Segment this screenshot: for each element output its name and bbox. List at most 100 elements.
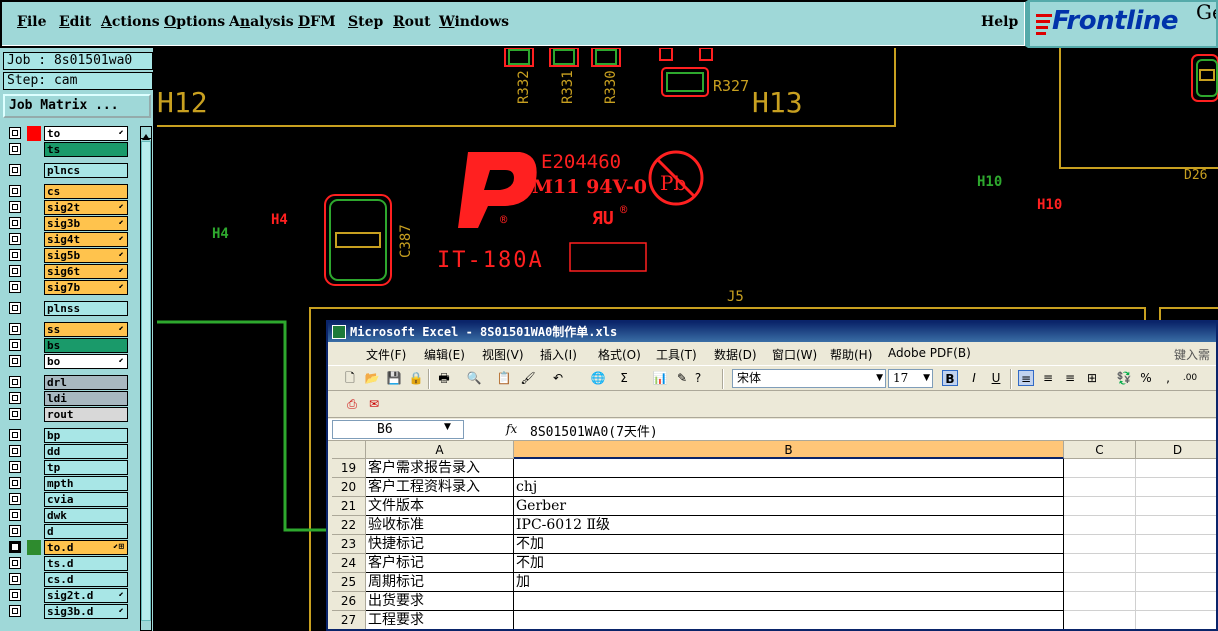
new-file-icon[interactable]: 🗋 — [342, 370, 358, 386]
layer-name[interactable]: tp — [44, 460, 128, 475]
format-painter-icon[interactable]: 🖌 — [520, 370, 536, 386]
table-cell[interactable]: 出货要求 — [366, 592, 514, 611]
select-all-corner[interactable] — [332, 441, 366, 459]
excel-menu-item[interactable]: 格式(O) — [598, 346, 641, 363]
drawing-icon[interactable]: ✎ — [674, 370, 690, 386]
layer-row[interactable]: tp — [7, 460, 128, 475]
layer-checkbox[interactable] — [9, 408, 21, 420]
menu-edit[interactable]: Edit — [59, 14, 91, 30]
table-cell[interactable] — [1064, 611, 1136, 629]
layer-checkbox[interactable] — [9, 249, 21, 261]
table-cell[interactable]: 客户标记 — [366, 554, 514, 573]
comma-icon[interactable]: , — [1160, 370, 1176, 386]
table-cell[interactable] — [1064, 573, 1136, 592]
table-cell[interactable] — [514, 611, 1064, 629]
layer-row[interactable]: drl — [7, 375, 128, 390]
layer-row[interactable]: ldi — [7, 391, 128, 406]
print-icon[interactable]: 🖶 — [436, 370, 452, 386]
table-cell[interactable] — [1136, 478, 1216, 497]
layer-checkbox[interactable] — [9, 143, 21, 155]
excel-menu-item[interactable]: 帮助(H) — [830, 346, 872, 363]
excel-title-bar[interactable]: Microsoft Excel - 8S01501WA0制作单.xls — [328, 322, 1216, 342]
table-cell[interactable] — [1136, 459, 1216, 478]
increase-decimal-icon[interactable]: .00 — [1182, 370, 1198, 386]
layer-name[interactable]: ts.d — [44, 556, 128, 571]
excel-menu-item[interactable]: 文件(F) — [366, 346, 406, 363]
pdf-email-icon[interactable]: ✉ — [366, 396, 382, 412]
excel-menu-item[interactable]: 视图(V) — [482, 346, 524, 363]
menu-step[interactable]: Step — [348, 14, 383, 30]
layer-name[interactable]: sig4t ⬋ — [44, 232, 128, 247]
font-name-select[interactable]: 宋体 ▼ — [732, 369, 886, 388]
fx-icon[interactable]: fx — [506, 422, 517, 436]
layer-checkbox[interactable] — [9, 445, 21, 457]
layer-checkbox[interactable] — [9, 376, 21, 388]
layer-name[interactable]: ldi — [44, 391, 128, 406]
layer-name[interactable]: sig2t ⬋ — [44, 200, 128, 215]
layer-checkbox[interactable] — [9, 339, 21, 351]
layer-name[interactable]: sig6t ⬋ — [44, 264, 128, 279]
layer-row[interactable]: sig3b.d ⬋ — [7, 604, 128, 619]
layer-checkbox[interactable] — [9, 573, 21, 585]
layer-name[interactable]: sig5b ⬋ — [44, 248, 128, 263]
layer-checkbox[interactable] — [9, 605, 21, 617]
row-header[interactable]: 23 — [332, 535, 366, 554]
table-cell[interactable] — [1136, 611, 1216, 629]
layer-name[interactable]: plnss — [44, 301, 128, 316]
chevron-down-icon[interactable]: ▼ — [444, 422, 451, 432]
layer-name[interactable]: bs — [44, 338, 128, 353]
spreadsheet-grid[interactable]: A B C D 19 客户需求报告录入 20 客户工程资料录入 chj 21 文件版本 Gerber 2… — [332, 441, 1216, 629]
table-cell[interactable]: 客户工程资料录入 — [366, 478, 514, 497]
column-header[interactable]: C — [1064, 441, 1136, 459]
table-cell[interactable]: 加 — [514, 573, 1064, 592]
layer-row[interactable]: cvia — [7, 492, 128, 507]
open-folder-icon[interactable]: 📂 — [364, 370, 380, 386]
layer-checkbox[interactable] — [9, 164, 21, 176]
table-cell[interactable] — [1064, 592, 1136, 611]
layer-row[interactable]: ss ⬋ — [7, 322, 128, 337]
layer-row[interactable]: to.d ⬋⊞ — [7, 540, 128, 555]
layer-name[interactable]: sig3b.d ⬋ — [44, 604, 128, 619]
layer-name[interactable]: cs — [44, 184, 128, 199]
font-size-select[interactable]: 17 ▼ — [888, 369, 933, 388]
layer-row[interactable]: cs — [7, 184, 128, 199]
layer-row[interactable]: sig3b ⬋ — [7, 216, 128, 231]
table-cell[interactable]: 客户需求报告录入 — [366, 459, 514, 478]
layer-name[interactable]: sig2t.d ⬋ — [44, 588, 128, 603]
layer-name[interactable]: plncs — [44, 163, 128, 178]
row-header[interactable]: 20 — [332, 478, 366, 497]
table-cell[interactable] — [1064, 554, 1136, 573]
column-header[interactable]: B — [514, 441, 1064, 459]
layer-scrollbar[interactable] — [140, 126, 152, 631]
scroll-thumb[interactable] — [141, 141, 151, 621]
layer-checkbox[interactable] — [9, 233, 21, 245]
table-cell[interactable] — [1136, 535, 1216, 554]
layer-row[interactable]: rout — [7, 407, 128, 422]
row-header[interactable]: 19 — [332, 459, 366, 478]
layer-checkbox[interactable] — [9, 557, 21, 569]
layer-checkbox[interactable] — [9, 217, 21, 229]
layer-checkbox[interactable] — [9, 589, 21, 601]
layer-name[interactable]: dwk — [44, 508, 128, 523]
menu-options[interactable]: Options — [164, 14, 225, 30]
table-cell[interactable]: 验收标准 — [366, 516, 514, 535]
layer-row[interactable]: cs.d — [7, 572, 128, 587]
table-cell[interactable] — [1064, 478, 1136, 497]
layer-checkbox[interactable] — [9, 392, 21, 404]
layer-checkbox[interactable] — [9, 355, 21, 367]
layer-row[interactable]: dd — [7, 444, 128, 459]
layer-row[interactable]: sig2t ⬋ — [7, 200, 128, 215]
autosum-icon[interactable]: Σ — [616, 370, 632, 386]
layer-name[interactable]: ts — [44, 142, 128, 157]
layer-row[interactable]: bp — [7, 428, 128, 443]
layer-row[interactable]: sig7b ⬋ — [7, 280, 128, 295]
research-icon[interactable]: 🔍 — [466, 370, 482, 386]
layer-checkbox[interactable] — [9, 509, 21, 521]
align-center-icon[interactable]: ≡ — [1040, 370, 1056, 386]
undo-icon[interactable]: ↶ — [550, 370, 566, 386]
layer-name[interactable]: cs.d — [44, 572, 128, 587]
bold-button[interactable]: B — [942, 370, 958, 386]
menu-file[interactable]: File — [17, 14, 47, 30]
layer-row[interactable]: plncs — [7, 163, 128, 178]
layer-row[interactable]: sig4t ⬋ — [7, 232, 128, 247]
